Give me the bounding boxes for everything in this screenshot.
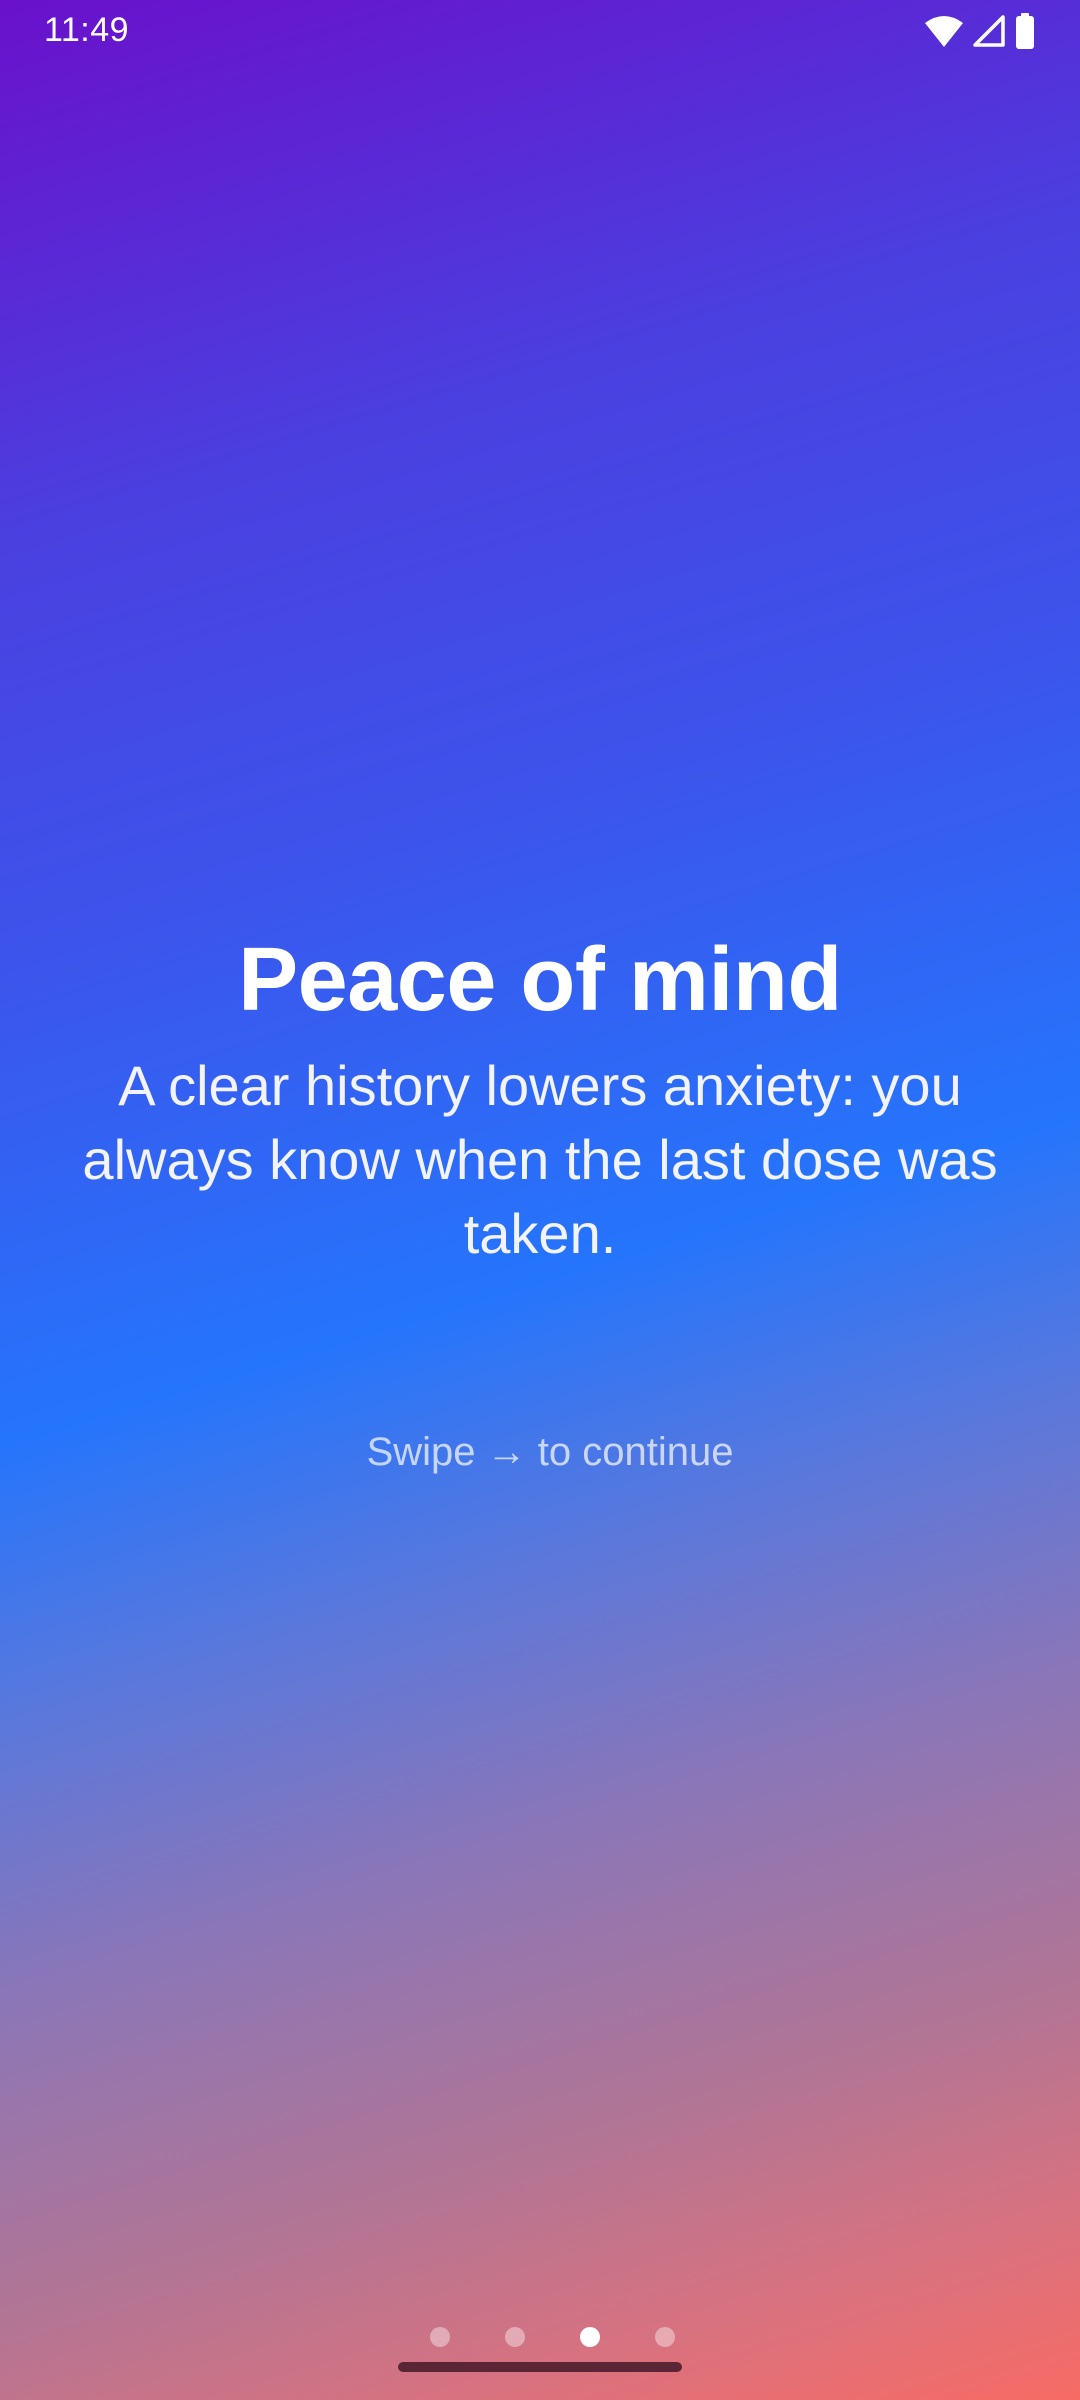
status-icons xyxy=(924,12,1036,50)
onboarding-screen[interactable]: 11:49 Peace of mind A clear history lowe… xyxy=(0,0,1080,2400)
page-indicator xyxy=(12,2327,1080,2347)
swipe-hint: Swipe → to continue xyxy=(366,1430,734,1474)
status-bar: 11:49 xyxy=(0,0,1080,60)
page-description: A clear history lowers anxiety: you alwa… xyxy=(82,1054,998,1265)
page-title: Peace of mind xyxy=(238,930,842,1030)
cellular-signal-icon xyxy=(972,14,1006,48)
gesture-navigation-bar[interactable] xyxy=(398,2362,682,2372)
wifi-icon xyxy=(924,14,964,48)
status-time: 11:49 xyxy=(44,11,130,49)
onboarding-content: Peace of mind A clear history lowers anx… xyxy=(0,925,1080,1271)
page-dot-4[interactable] xyxy=(654,2327,675,2347)
battery-icon xyxy=(1014,13,1036,49)
page-dot-2[interactable] xyxy=(504,2327,525,2347)
page-dot-1[interactable] xyxy=(429,2327,450,2347)
page-dot-3-active[interactable] xyxy=(579,2327,600,2347)
